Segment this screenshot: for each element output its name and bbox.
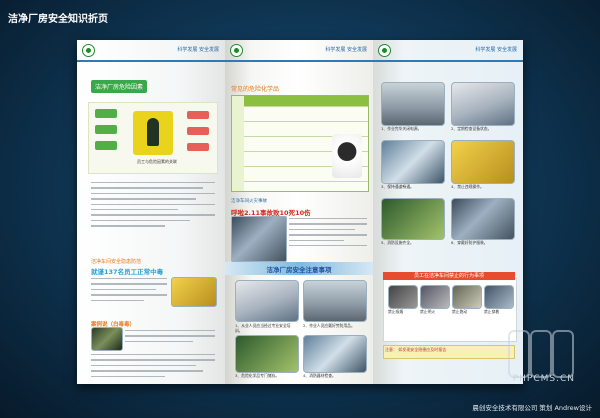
watermark-logo	[508, 330, 574, 378]
tip-photo-1	[381, 82, 445, 126]
credit-text: 晨创安全技术有限公司 策划 Andrew设计	[472, 404, 592, 412]
chemical-table	[231, 95, 369, 192]
safety-note: 注意： 如发现安全隐患应及时报告	[383, 345, 515, 359]
case-title: 就谨137名员工正常中毒	[91, 268, 164, 276]
tip-photo-2	[451, 82, 515, 126]
notice-caption-4: 4、消防器材检查。	[303, 373, 336, 378]
notice-photo-1	[235, 280, 299, 322]
case-text	[91, 278, 167, 305]
ban-label-3: 禁止跑动	[452, 309, 468, 314]
section-heading: 常见的危险化学品	[231, 86, 280, 93]
diagram-node	[95, 109, 117, 118]
note-label: 注意：	[385, 347, 397, 352]
tip-caption-2: 2、定期检查设备状态。	[451, 126, 492, 131]
note-text: 如发现安全隐患应及时报告	[398, 347, 447, 352]
table-row	[232, 181, 368, 195]
tip-photo-3	[381, 140, 445, 184]
panel-3: 科学发展 安全发展 1、作业完毕关闭电源。 2、定期检查设备状态。 3、保持通道…	[373, 40, 523, 384]
diagram-node	[187, 127, 209, 135]
header-tag: 科学发展 安全发展	[177, 47, 219, 53]
notice-photo-4	[303, 335, 367, 373]
diagram-node	[95, 141, 117, 150]
tip-photo-6	[451, 198, 515, 240]
ban-label-1: 禁止吸烟	[388, 309, 404, 314]
section-heading: 洁净厂房危险因素	[91, 80, 148, 93]
table-index-column	[232, 96, 244, 191]
panel-1: 科学发展 安全发展 洁净厂房危险因素 员工与危险因素的关联 洁净车间安全隐患防范…	[77, 40, 225, 384]
notice-caption-1: 1、从业人员应当经过专业安全培训。	[235, 323, 291, 333]
watermark-text: PHPCMS.CN	[512, 374, 575, 384]
notice-banner: 洁净厂房安全注意事项	[225, 262, 373, 275]
watermark-letter	[552, 330, 574, 378]
case-label: 洁净车间火灾事故	[231, 199, 267, 204]
notice-caption-2: 2、作业人员应戴好劳防用品。	[303, 323, 355, 328]
safety-logo-icon	[230, 44, 243, 57]
ban-label-2: 禁止明火	[420, 309, 436, 314]
tip-caption-5: 5、消防设施齐全。	[381, 240, 414, 245]
worker-icon	[133, 111, 173, 155]
safety-logo-icon	[82, 44, 95, 57]
tip-photo-5	[381, 198, 445, 240]
case-image	[171, 277, 217, 307]
ban-label-4: 禁止穿着	[484, 309, 500, 314]
footer-text	[91, 354, 215, 381]
safety-logo-icon	[378, 44, 391, 57]
panel-header: 科学发展 安全发展	[225, 40, 373, 62]
header-tag: 科学发展 安全发展	[475, 47, 517, 53]
notice-photo-3	[235, 335, 299, 373]
body-text	[91, 182, 215, 231]
banner-title: 洁净厂房安全注意事项	[266, 266, 332, 274]
panel-header: 科学发展 安全发展	[373, 40, 523, 62]
ban-photo-3	[452, 285, 482, 309]
diagram-node	[95, 125, 117, 134]
tip-caption-6: 6、穿戴好防护服装。	[451, 240, 488, 245]
table-header	[232, 96, 368, 106]
case2-image	[91, 327, 123, 351]
page-title: 洁净厂房安全知识折页	[8, 14, 108, 25]
case-text	[289, 218, 367, 250]
prohibited-actions-box: 禁止吸烟 禁止明火 禁止跑动 禁止穿着	[383, 278, 517, 342]
tip-caption-1: 1、作业完毕关闭电源。	[381, 126, 422, 131]
panel-header: 科学发展 安全发展	[77, 40, 225, 62]
ban-photo-4	[484, 285, 514, 309]
notice-photo-2	[303, 280, 367, 322]
subsection-label: 洁净车间安全隐患防范	[91, 259, 142, 265]
ban-photo-1	[388, 285, 418, 309]
watermark-letter	[508, 330, 530, 378]
brochure: 科学发展 安全发展 洁净厂房危险因素 员工与危险因素的关联 洁净车间安全隐患防范…	[77, 40, 523, 384]
case2-text	[125, 330, 215, 346]
chemical-symbol-image	[332, 134, 362, 178]
tip-caption-4: 4、禁止违规操作。	[451, 184, 484, 189]
fire-photo	[231, 216, 287, 262]
hazard-diagram: 员工与危险因素的关联	[88, 102, 218, 174]
panel-2: 科学发展 安全发展 常见的危险化学品 洁净车间火灾事故 呼啦2.11事故致10死…	[225, 40, 373, 384]
diagram-caption: 员工与危险因素的关联	[137, 159, 177, 164]
notice-caption-3: 3、危险化学品专门储存。	[235, 373, 280, 378]
ban-photo-2	[420, 285, 450, 309]
diagram-node	[187, 143, 209, 151]
prohibited-actions-title: 员工在洁净车间禁止的行为事项	[383, 272, 515, 280]
diagram-node	[187, 111, 209, 119]
watermark-letter	[530, 330, 552, 378]
tip-caption-3: 3、保持通道畅通。	[381, 184, 414, 189]
table-row	[232, 106, 368, 121]
tip-photo-4	[451, 140, 515, 184]
header-tag: 科学发展 安全发展	[325, 47, 367, 53]
